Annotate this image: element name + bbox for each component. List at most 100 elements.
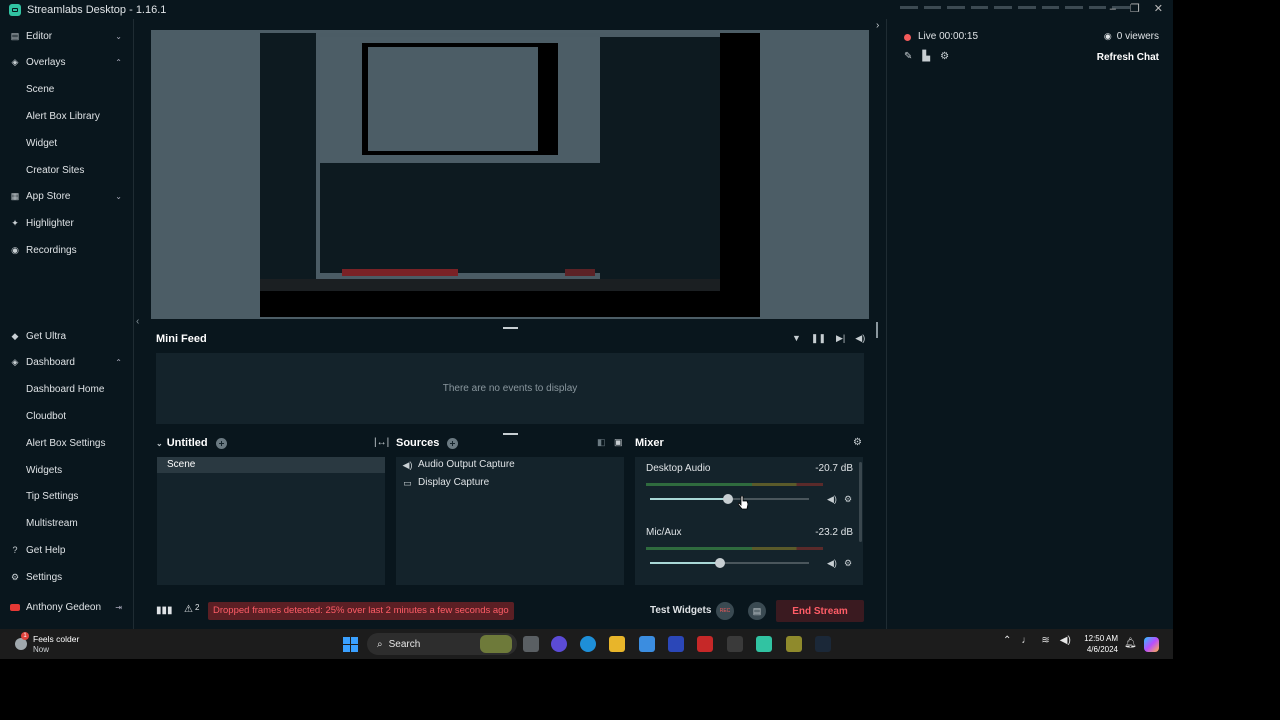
- mute-icon[interactable]: ◀): [827, 558, 837, 569]
- bag-icon[interactable]: ▙: [922, 51, 930, 62]
- notification-bell-icon[interactable]: 🔔︎: [1124, 638, 1137, 649]
- sidebar-item-tip-settings[interactable]: Tip Settings: [0, 484, 134, 510]
- sidebar-item-label: Scene: [26, 84, 55, 96]
- app-icon[interactable]: [786, 636, 802, 652]
- mixer-settings-icon[interactable]: ⚙: [853, 437, 862, 448]
- amazon-icon[interactable]: [727, 636, 743, 652]
- user-account[interactable]: Anthony Gedeon ⇥: [0, 594, 134, 620]
- scenes-list: Scene: [157, 457, 385, 585]
- sidebar-item-app-store[interactable]: ▦ App Store ⌄: [0, 184, 134, 210]
- warning-icon[interactable]: ⚠: [184, 604, 193, 615]
- volume-knob[interactable]: [722, 494, 733, 504]
- mixer-scrollbar[interactable]: [859, 462, 862, 542]
- volume-knob[interactable]: [714, 558, 725, 568]
- copilot-icon[interactable]: [1144, 637, 1159, 652]
- channel-settings-icon[interactable]: ⚙: [844, 494, 852, 505]
- scene-collection-title[interactable]: Untitled: [167, 437, 208, 449]
- add-source-icon[interactable]: [447, 437, 459, 449]
- sidebar-item-highlighter[interactable]: ✦ Highlighter: [0, 211, 134, 237]
- sidebar-item-overlays[interactable]: ◈ Overlays ⌃: [0, 50, 134, 76]
- sidebar-item-widgets[interactable]: Widgets: [0, 457, 134, 483]
- source-group-icon[interactable]: ◧: [597, 437, 606, 448]
- performance-stats-icon[interactable]: ▮▮▮: [156, 605, 173, 616]
- wifi-icon[interactable]: ≋: [1041, 635, 1049, 646]
- refresh-chat-button[interactable]: Refresh Chat: [1097, 52, 1159, 63]
- add-scene-icon[interactable]: [215, 437, 227, 449]
- mixer-header: Mixer: [635, 437, 664, 449]
- task-view-icon[interactable]: [523, 636, 539, 652]
- volume-slider[interactable]: [650, 494, 809, 504]
- stream-preview[interactable]: [151, 30, 869, 319]
- sidebar-item-dashboard[interactable]: ◈ Dashboard ⌃: [0, 350, 134, 376]
- expand-chat-icon[interactable]: ›: [876, 20, 879, 31]
- scene-transitions-icon[interactable]: |↔|: [374, 437, 389, 448]
- chevron-up-icon[interactable]: ⌃: [115, 58, 122, 67]
- skip-icon[interactable]: ▶|: [836, 333, 845, 344]
- teams-icon[interactable]: [551, 636, 567, 652]
- sidebar-item-scene[interactable]: Scene: [0, 77, 134, 103]
- minimize-button[interactable]: –: [1110, 0, 1116, 19]
- source-item[interactable]: ◀) Audio Output Capture: [402, 457, 515, 473]
- streamlabs-taskbar-icon[interactable]: [756, 636, 772, 652]
- mixer-title: Mixer: [635, 437, 664, 449]
- test-widgets-button[interactable]: Test Widgets: [650, 605, 711, 616]
- preview-resize-handle[interactable]: [503, 327, 518, 329]
- sidebar-item-label: Get Help: [26, 544, 66, 556]
- close-button[interactable]: ✕: [1154, 0, 1163, 19]
- collapse-sidebar-icon[interactable]: ‹: [136, 316, 139, 327]
- weather-title[interactable]: Feels colder: [33, 634, 79, 644]
- collapse-scenes-icon[interactable]: ⌄: [156, 439, 163, 448]
- sidebar-item-widget[interactable]: Widget: [0, 130, 134, 156]
- clock[interactable]: 12:50 AM 4/6/2024: [1080, 633, 1118, 655]
- store-icon[interactable]: [639, 636, 655, 652]
- l-app-icon[interactable]: [668, 636, 684, 652]
- viewer-count-text: 0 viewers: [1116, 31, 1159, 42]
- dock-resize-handle[interactable]: [503, 433, 518, 435]
- schedule-icon[interactable]: ▤: [748, 602, 766, 620]
- speaker-icon[interactable]: ◀): [1060, 635, 1071, 646]
- gear-icon[interactable]: ⚙: [940, 51, 949, 62]
- edge-icon[interactable]: [580, 636, 596, 652]
- sidebar-item-editor[interactable]: ▤ Editor ⌄: [0, 23, 134, 49]
- maximize-button[interactable]: ❐: [1130, 0, 1140, 19]
- end-stream-button[interactable]: End Stream: [776, 600, 864, 622]
- microphone-icon[interactable]: ♩: [1021, 635, 1031, 646]
- sidebar-item-alert-box-library[interactable]: Alert Box Library: [0, 103, 134, 129]
- sidebar-item-alert-box-settings[interactable]: Alert Box Settings: [0, 430, 134, 456]
- sidebar-item-dashboard-home[interactable]: Dashboard Home: [0, 377, 134, 403]
- sidebar-item-cloudbot[interactable]: Cloudbot: [0, 403, 134, 429]
- sidebar-item-creator-sites[interactable]: Creator Sites: [0, 157, 134, 183]
- channel-settings-icon[interactable]: ⚙: [844, 558, 852, 569]
- source-item[interactable]: ▭ Display Capture: [402, 475, 489, 491]
- sidebar-item-settings[interactable]: ⚙ Settings: [0, 564, 134, 590]
- sidebar-item-label: Creator Sites: [26, 164, 85, 176]
- nested-preview-frame: [362, 43, 558, 155]
- logout-icon[interactable]: ⇥: [115, 603, 122, 612]
- pause-icon[interactable]: ❚❚: [811, 333, 826, 344]
- scene-item[interactable]: Scene: [157, 457, 385, 473]
- chevron-up-icon[interactable]: ⌃: [115, 358, 122, 367]
- chevron-up-icon[interactable]: ⌃: [1003, 635, 1011, 646]
- viewer-count[interactable]: ◉ 0 viewers: [1104, 31, 1159, 42]
- sidebar-item-label: Tip Settings: [26, 491, 79, 503]
- chevron-down-icon[interactable]: ⌄: [115, 192, 122, 201]
- sidebar-item-get-ultra[interactable]: ◆ Get Ultra: [0, 323, 134, 349]
- filter-icon[interactable]: ▼: [792, 333, 801, 344]
- folder-icon[interactable]: ▣: [614, 437, 623, 448]
- chevron-down-icon[interactable]: ⌄: [115, 32, 122, 41]
- dropped-frames-warning[interactable]: Dropped frames detected: 25% over last 2…: [208, 602, 514, 620]
- window-controls: – ❐ ✕: [1110, 0, 1163, 19]
- record-button[interactable]: REC: [716, 602, 734, 620]
- sidebar-item-multistream[interactable]: Multistream: [0, 511, 134, 537]
- mcafee-icon[interactable]: [697, 636, 713, 652]
- edit-icon[interactable]: ✎: [904, 51, 912, 62]
- sidebar-item-get-help[interactable]: ? Get Help: [0, 537, 134, 563]
- sidebar-item-recordings[interactable]: ◉ Recordings: [0, 237, 134, 263]
- resize-handle[interactable]: [876, 322, 878, 338]
- file-explorer-icon[interactable]: [609, 636, 625, 652]
- volume-slider[interactable]: [650, 558, 809, 568]
- volume-icon[interactable]: ◀): [855, 333, 865, 344]
- windows-start-icon[interactable]: [343, 637, 358, 652]
- mute-icon[interactable]: ◀): [827, 494, 837, 505]
- steam-icon[interactable]: [815, 636, 831, 652]
